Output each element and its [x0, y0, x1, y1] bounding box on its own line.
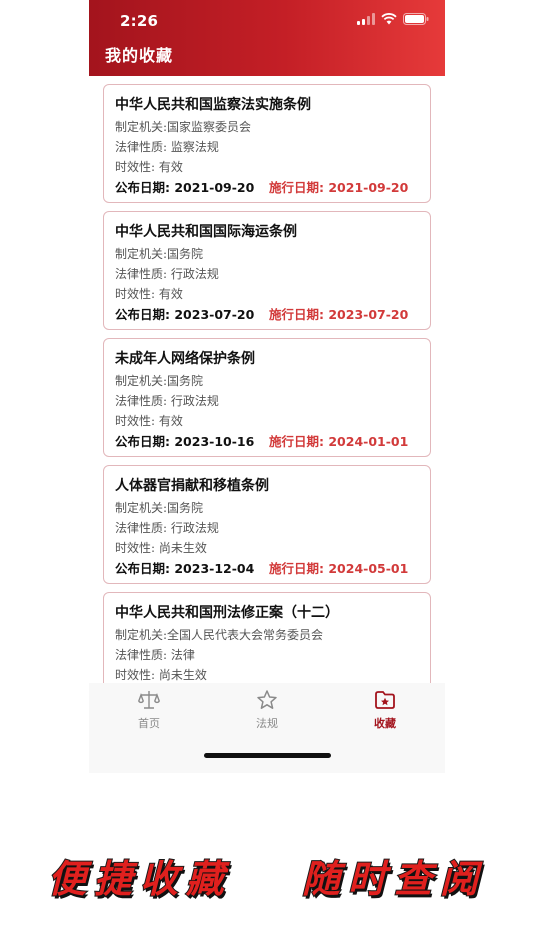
law-validity: 时效性: 有效: [115, 160, 183, 174]
law-nature: 法律性质: 行政法规: [115, 521, 219, 535]
home-indicator: [204, 753, 331, 758]
tab-home-label: 首页: [138, 717, 160, 730]
law-validity: 时效性: 有效: [115, 287, 183, 301]
slogan-right: 随时查阅: [301, 855, 487, 902]
page-title: 我的收藏: [105, 46, 174, 65]
law-effective-date: 施行日期: 2021-09-20: [269, 180, 409, 195]
star-icon: [257, 690, 277, 709]
law-published-date: 公布日期: 2023-12-04: [115, 561, 255, 576]
law-effective-date: 施行日期: 2023-07-20: [269, 307, 409, 322]
law-agency: 制定机关:全国人民代表大会常务委员会: [115, 628, 324, 642]
law-title: 未成年人网络保护条例: [115, 351, 255, 367]
tab-laws[interactable]: 法规: [237, 689, 297, 731]
law-validity: 时效性: 尚未生效: [115, 541, 207, 555]
law-published-date: 公布日期: 2023-07-20: [115, 307, 255, 322]
law-title: 人体器官捐献和移植条例: [115, 478, 269, 494]
app-header: 2:26 我的收藏: [89, 0, 445, 76]
law-published-date: 公布日期: 2021-09-20: [115, 180, 255, 195]
tab-bar: 首页 法规 收藏: [89, 683, 445, 773]
promo-slogan: 便捷收藏 随时查阅: [0, 848, 534, 903]
battery-icon: [403, 13, 429, 25]
law-card[interactable]: 中华人民共和国国际海运条例 制定机关:国务院 法律性质: 行政法规 时效性: 有…: [103, 211, 431, 330]
law-agency: 制定机关:国务院: [115, 247, 204, 261]
law-published-date: 公布日期: 2023-10-16: [115, 434, 255, 449]
folder-star-icon: [375, 691, 395, 709]
law-agency: 制定机关:国务院: [115, 501, 204, 515]
law-card[interactable]: 中华人民共和国监察法实施条例 制定机关:国家监察委员会 法律性质: 监察法规 时…: [103, 84, 431, 203]
scale-icon: [138, 691, 160, 709]
law-card[interactable]: 未成年人网络保护条例 制定机关:国务院 法律性质: 行政法规 时效性: 有效 公…: [103, 338, 431, 457]
slogan-left: 便捷收藏: [47, 855, 232, 902]
status-icons: [357, 13, 429, 25]
law-card[interactable]: 人体器官捐献和移植条例 制定机关:国务院 法律性质: 行政法规 时效性: 尚未生…: [103, 465, 431, 584]
law-effective-date: 施行日期: 2024-01-01: [269, 434, 409, 449]
law-agency: 制定机关:国务院: [115, 374, 204, 388]
favorites-list[interactable]: 中华人民共和国监察法实施条例 制定机关:国家监察委员会 法律性质: 监察法规 时…: [89, 76, 445, 683]
law-validity: 时效性: 尚未生效: [115, 668, 207, 682]
law-effective-date: 施行日期: 2024-05-01: [269, 561, 409, 576]
law-title: 中华人民共和国刑法修正案（十二）: [115, 605, 339, 621]
law-nature: 法律性质: 监察法规: [115, 140, 219, 154]
wifi-icon: [381, 13, 397, 25]
law-nature: 法律性质: 法律: [115, 648, 195, 662]
law-title: 中华人民共和国监察法实施条例: [115, 97, 311, 113]
law-agency: 制定机关:国家监察委员会: [115, 120, 252, 134]
status-time: 2:26: [120, 12, 159, 30]
law-title: 中华人民共和国国际海运条例: [115, 224, 297, 240]
law-nature: 法律性质: 行政法规: [115, 267, 219, 281]
law-card[interactable]: 中华人民共和国刑法修正案（十二） 制定机关:全国人民代表大会常务委员会 法律性质…: [103, 592, 431, 683]
law-validity: 时效性: 有效: [115, 414, 183, 428]
tab-favorites-label: 收藏: [374, 717, 396, 730]
tab-home[interactable]: 首页: [119, 689, 179, 731]
tab-laws-label: 法规: [256, 717, 278, 730]
signal-icon: [357, 13, 375, 25]
law-nature: 法律性质: 行政法规: [115, 394, 219, 408]
phone-screen: 2:26 我的收藏 中华人民共和国监察法实施条例 制定机关:国家监察委员会 法律…: [89, 0, 445, 773]
tab-favorites[interactable]: 收藏: [355, 689, 415, 731]
